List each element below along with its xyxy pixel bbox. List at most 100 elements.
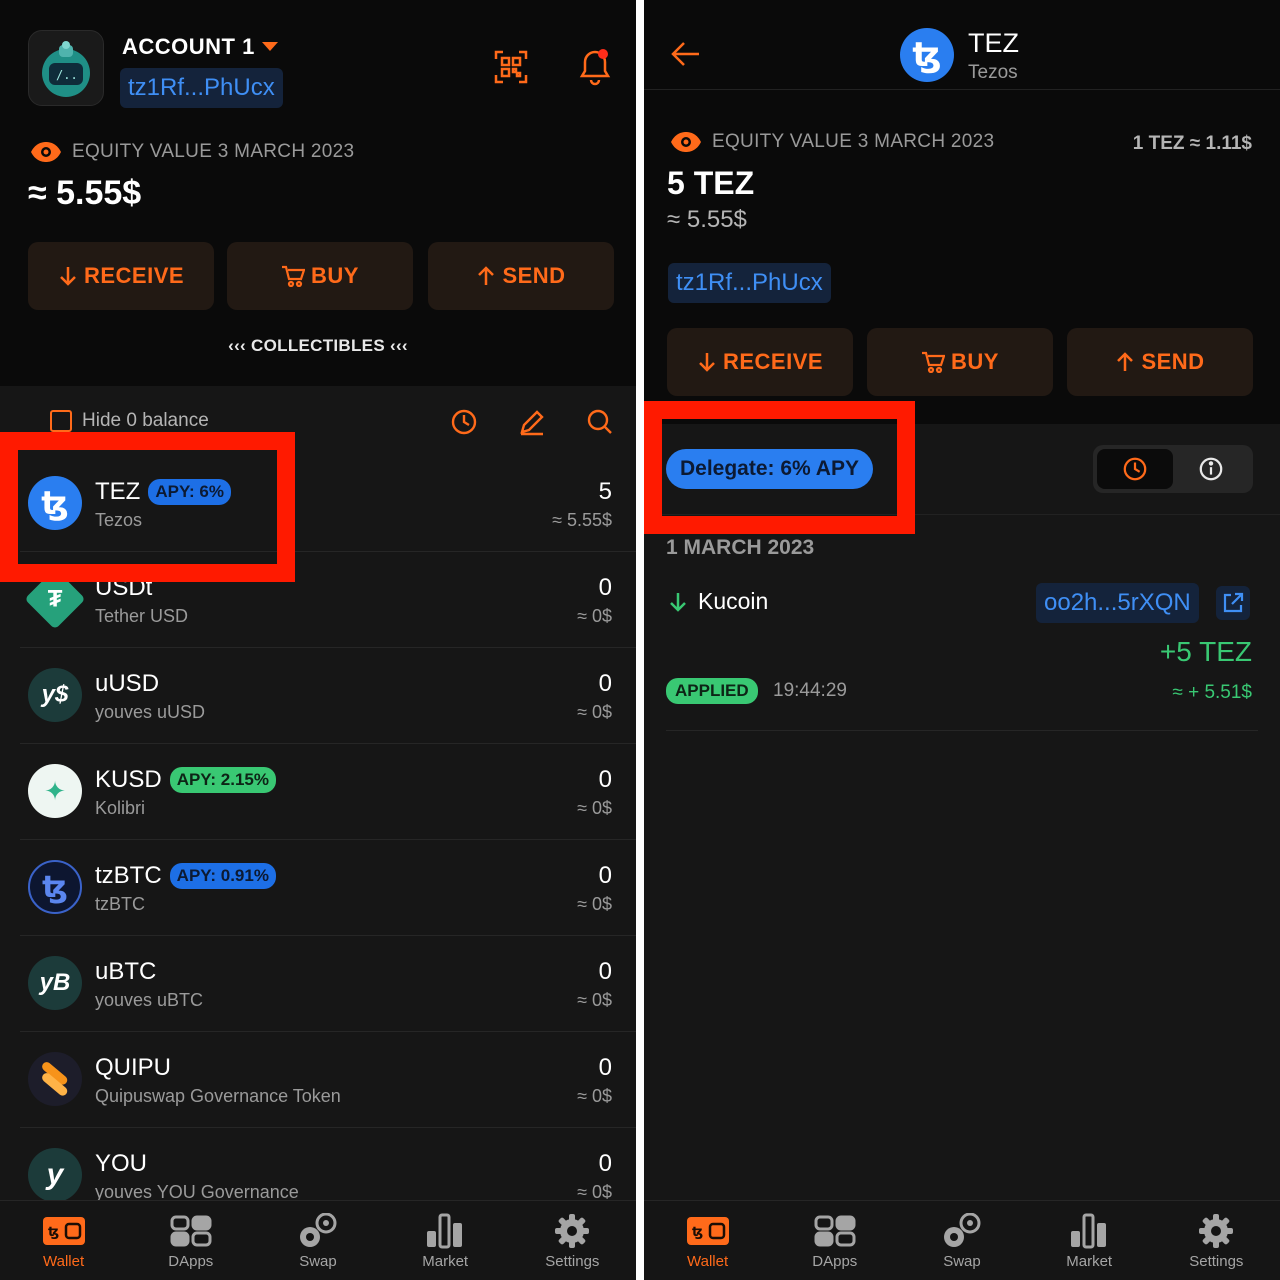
tab-label: Market	[1066, 1253, 1113, 1270]
detail-symbol: TEZ	[968, 28, 1019, 58]
market-icon	[1069, 1213, 1109, 1249]
view-toggle	[1093, 445, 1253, 493]
edit-pencil-icon[interactable]	[516, 406, 548, 438]
tab-label: Market	[422, 1253, 469, 1270]
back-arrow-icon[interactable]	[668, 36, 704, 72]
history-tab[interactable]	[1097, 449, 1173, 489]
tab-label: DApps	[168, 1253, 214, 1270]
hide-zero-checkbox[interactable]	[50, 410, 72, 432]
dapps-icon	[814, 1213, 856, 1249]
receive-button[interactable]: RECEIVE	[667, 328, 853, 396]
tab-settings[interactable]: Settings	[1161, 1201, 1271, 1280]
receive-button[interactable]: RECEIVE	[28, 242, 214, 310]
market-icon	[425, 1213, 465, 1249]
tab-label: Wallet	[687, 1253, 729, 1270]
token-symbol-row: uBTC	[95, 958, 156, 986]
buy-button[interactable]: BUY	[867, 328, 1053, 396]
dapps-icon	[170, 1213, 212, 1249]
search-icon[interactable]	[584, 406, 616, 438]
token-name: tzBTC	[95, 894, 146, 914]
kolibri-hummingbird-icon: ✦	[28, 764, 82, 818]
highlight-box	[0, 432, 295, 582]
token-name: Quipuswap Governance Token	[95, 1086, 341, 1106]
svg-text:ꜩ: ꜩ	[48, 1225, 59, 1240]
buy-label: BUY	[311, 263, 359, 288]
token-amount: 5 TEZ	[667, 165, 755, 201]
wallet-icon: ꜩ	[686, 1213, 730, 1249]
token-symbol: tzBTC	[95, 862, 162, 889]
tab-swap[interactable]: Swap	[263, 1201, 373, 1280]
info-tab[interactable]	[1173, 449, 1249, 489]
token-name: Kolibri	[95, 798, 146, 818]
qr-scan-icon[interactable]	[490, 46, 532, 88]
exchange-rate: 1 TEZ ≈ 1.11$	[1132, 133, 1252, 154]
send-button[interactable]: SEND	[1067, 328, 1253, 396]
token-usd-value: ≈ 0$	[577, 606, 612, 626]
youves-ubtc-icon: yB	[28, 956, 82, 1010]
token-symbol: QUIPU	[95, 1054, 172, 1081]
token-usd-value: ≈ 0$	[577, 1086, 612, 1106]
token-usd-value: ≈ 5.55$	[552, 510, 612, 530]
tab-wallet[interactable]: ꜩ Wallet	[9, 1201, 119, 1280]
svg-text:ꜩ: ꜩ	[692, 1225, 703, 1240]
account-name[interactable]: ACCOUNT 1	[122, 34, 255, 60]
history-clock-icon[interactable]	[448, 406, 480, 438]
tab-settings[interactable]: Settings	[517, 1201, 627, 1280]
wallet-icon: ꜩ	[42, 1213, 86, 1249]
token-symbol-row: KUSD APY: 2.15%	[95, 766, 276, 794]
buy-button[interactable]: BUY	[227, 242, 413, 310]
account-address[interactable]: tz1Rf...PhUcx	[120, 68, 283, 108]
tether-glyph: ₮	[47, 585, 63, 612]
transaction-row[interactable]: Kucoin	[668, 588, 768, 615]
send-label: SEND	[502, 263, 566, 288]
send-button[interactable]: SEND	[428, 242, 614, 310]
token-balance: 0	[598, 766, 612, 793]
bottom-tab-bar: ꜩ Wallet DApps Swap Market Settings	[644, 1200, 1280, 1280]
token-row-kusd[interactable]: ✦ KUSD APY: 2.15% Kolibri 0 ≈ 0$	[20, 744, 636, 840]
tab-label: Swap	[299, 1253, 337, 1270]
token-balance: 5	[598, 478, 612, 505]
notification-bell-icon[interactable]	[574, 44, 616, 88]
tab-dapps[interactable]: DApps	[136, 1201, 246, 1280]
token-balance: 0	[598, 958, 612, 985]
hide-zero-label: Hide 0 balance	[82, 410, 209, 431]
eye-icon[interactable]	[30, 141, 62, 163]
token-balance: 0	[598, 862, 612, 889]
token-usd-value: ≈ 0$	[577, 894, 612, 914]
token-symbol-row: tzBTC APY: 0.91%	[95, 862, 276, 890]
token-row-ubtc[interactable]: yB uBTC youves uBTC 0 ≈ 0$	[20, 936, 636, 1032]
token-row-tzbtc[interactable]: ꜩ tzBTC APY: 0.91% tzBTC 0 ≈ 0$	[20, 840, 636, 936]
collectibles-link[interactable]: ‹‹‹ COLLECTIBLES ‹‹‹	[0, 336, 636, 356]
transaction-hash[interactable]: oo2h...5rXQN	[1036, 583, 1199, 623]
token-balance: 0	[598, 1150, 612, 1177]
token-symbol-row: uUSD	[95, 670, 159, 698]
token-usd-value: ≈ 5.55$	[667, 206, 747, 233]
arrow-down-icon	[60, 267, 76, 286]
account-dropdown-icon[interactable]	[262, 42, 278, 51]
tab-swap[interactable]: Swap	[907, 1201, 1017, 1280]
eye-icon[interactable]	[670, 131, 702, 153]
external-link-icon[interactable]	[1216, 586, 1250, 620]
hide-zero-toggle[interactable]: Hide 0 balance	[50, 410, 209, 432]
history-clock-icon	[1123, 457, 1147, 481]
account-address[interactable]: tz1Rf...PhUcx	[668, 263, 831, 303]
token-balance: 0	[598, 670, 612, 697]
wallet-screen: /.. ACCOUNT 1 tz1Rf...PhUcx EQUITY VALUE…	[0, 0, 636, 1280]
arrow-down-icon	[699, 353, 715, 372]
arrow-up-icon	[1117, 352, 1134, 371]
token-row-quipu[interactable]: QUIPU Quipuswap Governance Token 0 ≈ 0$	[20, 1032, 636, 1128]
youves-uusd-icon: y$	[28, 668, 82, 722]
tab-dapps[interactable]: DApps	[780, 1201, 890, 1280]
token-detail-screen: ꜩ TEZ Tezos EQUITY VALUE 3 MARCH 2023 1 …	[644, 0, 1280, 1280]
token-symbol-row: QUIPU	[95, 1054, 171, 1082]
token-row-uusd[interactable]: y$ uUSD youves uUSD 0 ≈ 0$	[20, 648, 636, 744]
tab-market[interactable]: Market	[1034, 1201, 1144, 1280]
divider	[666, 730, 1258, 731]
tab-market[interactable]: Market	[390, 1201, 500, 1280]
apy-badge: APY: 0.91%	[169, 863, 276, 889]
detail-header: ꜩ TEZ Tezos	[644, 0, 1280, 90]
transaction-amount: +5 TEZ	[1159, 636, 1252, 667]
tab-wallet[interactable]: ꜩ Wallet	[653, 1201, 763, 1280]
cart-icon	[282, 265, 306, 287]
account-avatar[interactable]: /..	[28, 30, 104, 106]
